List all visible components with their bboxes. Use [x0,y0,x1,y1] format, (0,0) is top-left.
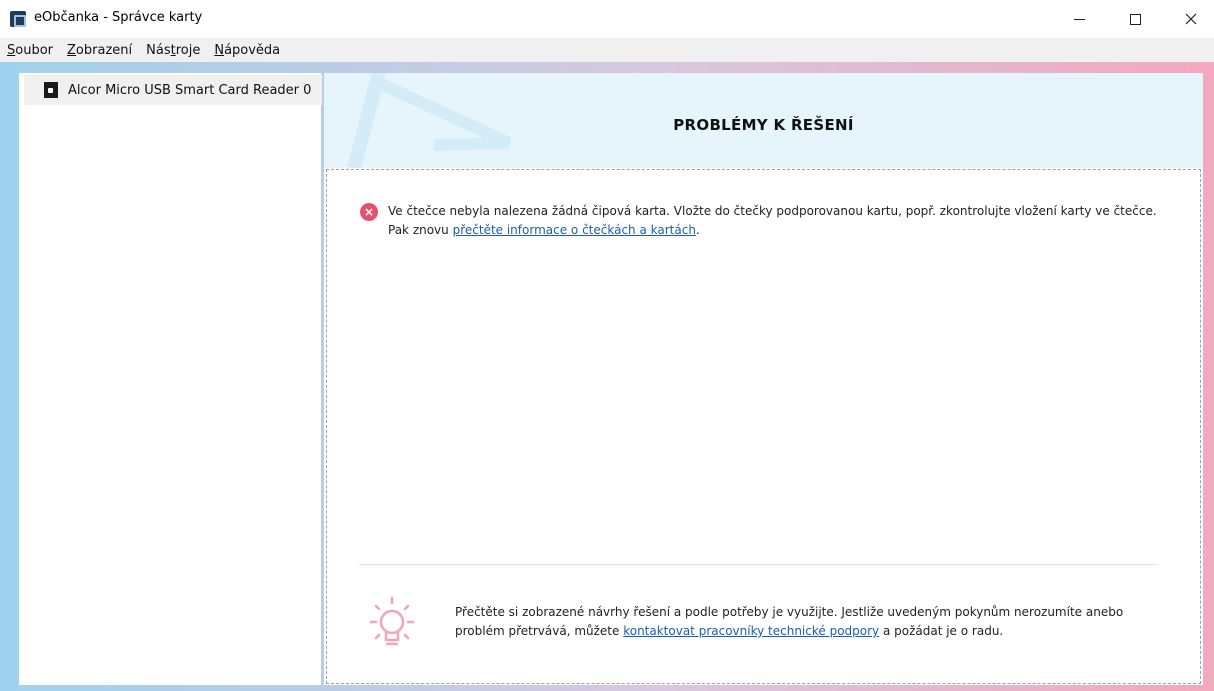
maximize-icon [1129,13,1141,25]
title-bar: eObčanka - Správce karty [0,0,1214,38]
main-content: PROBLÉMY K ŘEŠENÍ × Ve čtečce nebyla nal… [324,73,1203,685]
maximize-button[interactable] [1112,0,1158,38]
close-button[interactable] [1168,0,1214,38]
sidebar-item-card-reader[interactable]: Alcor Micro USB Smart Card Reader 0 [24,75,322,105]
menu-bar: Soubor Zobrazení Nástroje Nápověda [0,38,1214,62]
menu-nastroje[interactable]: Nástroje [146,43,200,58]
card-reader-info-link[interactable]: přečtěte informace o čtečkách a kartách [453,223,696,237]
menu-zobrazeni[interactable]: Zobrazení [67,43,132,58]
app-icon [10,11,26,27]
sidebar: Alcor Micro USB Smart Card Reader 0 [19,73,322,685]
error-text: Ve čtečce nebyla nalezena žádná čipová k… [388,204,1157,237]
minimize-button[interactable] [1056,0,1102,38]
error-message: × Ve čtečce nebyla nalezena žádná čipová… [360,202,1180,240]
page-header: PROBLÉMY K ŘEŠENÍ [324,73,1203,168]
page-title: PROBLÉMY K ŘEŠENÍ [673,116,854,134]
divider [359,564,1157,565]
menu-soubor[interactable]: Soubor [7,43,53,58]
lightbulb-icon [369,596,415,646]
minimize-icon [1073,18,1085,20]
error-icon: × [360,203,378,221]
tip-text: Přečtěte si zobrazené návrhy řešení a po… [455,605,1124,638]
window-title: eObčanka - Správce karty [34,10,203,25]
close-icon [1185,13,1197,25]
sidebar-item-label: Alcor Micro USB Smart Card Reader 0 [68,82,312,98]
problems-panel: × Ve čtečce nebyla nalezena žádná čipová… [326,169,1201,684]
menu-napoveda[interactable]: Nápověda [214,43,280,58]
support-contact-link[interactable]: kontaktovat pracovníky technické podpory [623,624,879,638]
card-reader-icon [44,82,58,98]
